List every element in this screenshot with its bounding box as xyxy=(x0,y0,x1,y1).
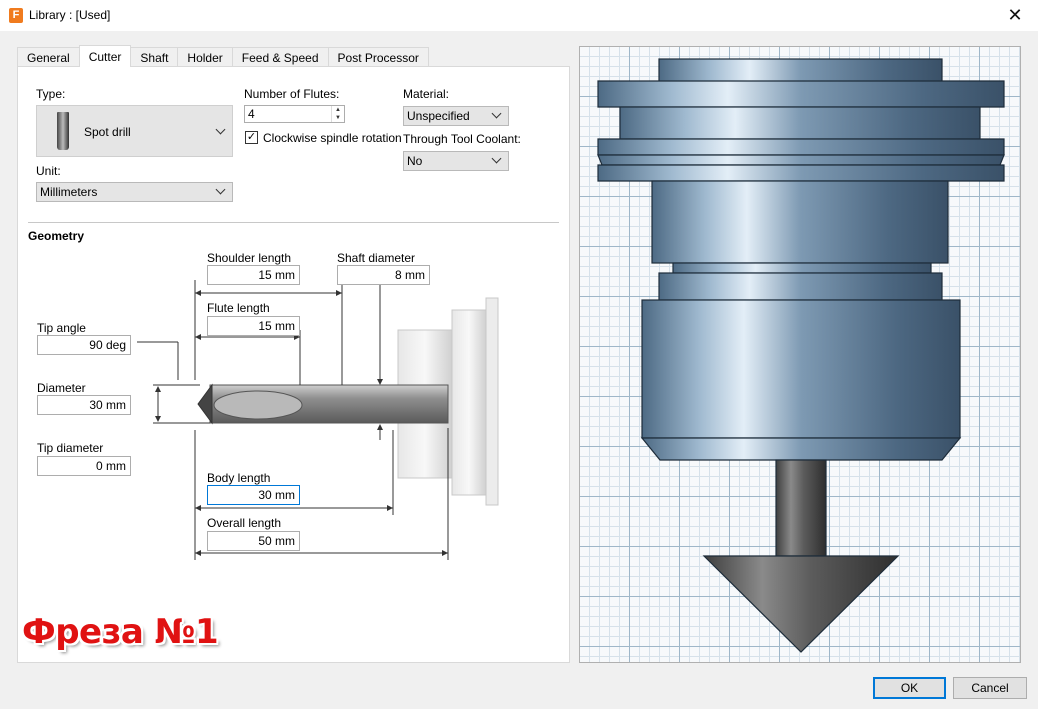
shoulder-length-label: Shoulder length xyxy=(207,251,292,265)
tip-diameter-label: Tip diameter xyxy=(37,441,104,455)
shaft-diameter-label: Shaft diameter xyxy=(337,251,416,265)
flute-length-label: Flute length xyxy=(207,301,270,315)
tool-preview-viewport[interactable] xyxy=(579,46,1021,663)
tool-3d-render xyxy=(597,58,1005,653)
shaft-diameter-field[interactable]: 8 mm xyxy=(337,265,430,285)
tab-cutter[interactable]: Cutter xyxy=(78,45,132,67)
caption-overlay: Фреза №1 xyxy=(22,612,219,652)
body-length-label: Body length xyxy=(207,471,271,485)
cutter-dimension-diagram xyxy=(137,280,499,560)
diameter-field[interactable]: 30 mm xyxy=(37,395,131,415)
shoulder-length-field[interactable]: 15 mm xyxy=(207,265,300,285)
ok-button[interactable]: OK xyxy=(873,677,946,699)
flute-length-field[interactable]: 15 mm xyxy=(207,316,300,336)
overall-length-field[interactable]: 50 mm xyxy=(207,531,300,551)
body-length-field[interactable]: 30 mm xyxy=(207,485,300,505)
close-icon[interactable]: ✕ xyxy=(992,0,1038,31)
overall-length-label: Overall length xyxy=(207,516,282,530)
tip-angle-label: Tip angle xyxy=(37,321,86,335)
tip-angle-field[interactable]: 90 deg xyxy=(37,335,131,355)
cancel-button[interactable]: Cancel xyxy=(953,677,1027,699)
tip-diameter-field[interactable]: 0 mm xyxy=(37,456,131,476)
diameter-label: Diameter xyxy=(37,381,86,395)
